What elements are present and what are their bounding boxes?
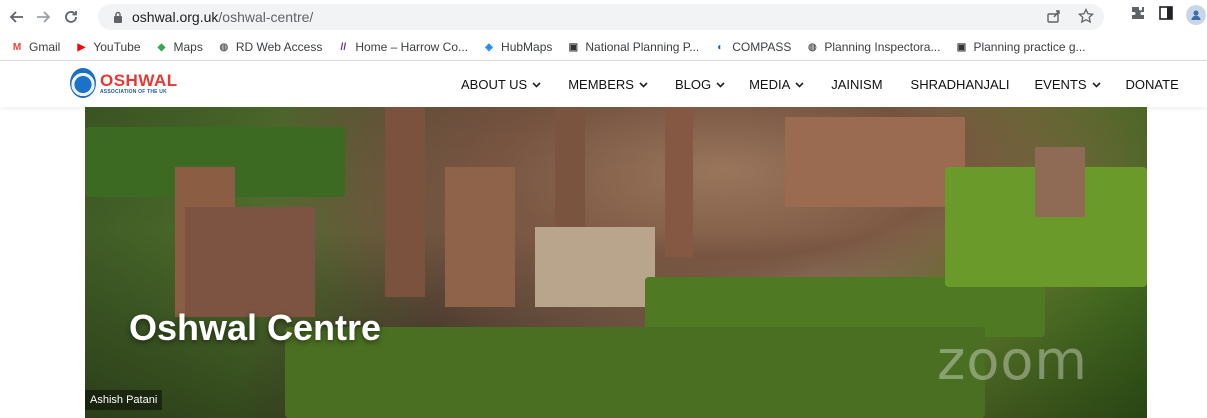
pillar <box>445 167 515 307</box>
url-path: /oshwal-centre/ <box>218 9 314 25</box>
profile-avatar[interactable] <box>1186 5 1206 25</box>
bookmark-label: Home – Harrow Co... <box>355 40 469 54</box>
address-bar[interactable]: oshwal.org.uk/oshwal-centre/ <box>98 4 1104 30</box>
pillar <box>385 107 425 297</box>
logo-subtitle: ASSOCIATION OF THE UK <box>100 88 167 95</box>
star-icon[interactable] <box>1077 7 1095 28</box>
bookmark-item[interactable]: // Home – Harrow Co... <box>336 40 468 54</box>
arrow-left-icon <box>9 11 23 23</box>
nav-donate[interactable]: DONATE <box>1126 77 1179 92</box>
youtube-icon: ▶ <box>77 41 86 53</box>
harrow-icon: // <box>340 41 347 53</box>
site-header: OSHWAL ASSOCIATION OF THE UK ABOUT US MEM… <box>0 61 1207 107</box>
bookmark-item[interactable]: ◆ Maps <box>155 40 203 54</box>
chevron-down-icon <box>795 80 804 90</box>
bookmark-item[interactable]: M Gmail <box>10 40 61 54</box>
bookmark-item[interactable]: ◐ COMPASS <box>713 40 791 54</box>
person-icon <box>1191 10 1201 20</box>
hubmaps-icon: ◈ <box>485 41 493 53</box>
bookmark-label: YouTube <box>93 40 141 54</box>
zoom-watermark: zoom <box>937 329 1089 392</box>
bookmark-item[interactable]: ◍ RD Web Access <box>217 40 322 54</box>
nav-members[interactable]: MEMBERS <box>568 77 648 92</box>
nav-media[interactable]: MEDIA <box>749 77 804 92</box>
nav-label: SHRADHANJALI <box>910 77 1010 92</box>
oshwal-logo-icon <box>70 68 96 98</box>
bookmark-item[interactable]: ▣ National Planning P... <box>566 40 700 54</box>
nav-about-us[interactable]: ABOUT US <box>461 77 541 92</box>
bookmark-label: RD Web Access <box>235 40 323 54</box>
nav-label: ABOUT US <box>461 77 528 92</box>
lawn-front <box>285 327 985 418</box>
url-text[interactable]: oshwal.org.uk/oshwal-centre/ <box>132 9 313 25</box>
nav-label: DONATE <box>1125 77 1179 92</box>
bookmark-label: National Planning P... <box>585 40 700 54</box>
chevron-down-icon <box>532 80 541 90</box>
shrine <box>185 207 315 317</box>
globe-icon: ◍ <box>219 41 229 53</box>
nav-label: EVENTS <box>1034 77 1087 92</box>
bookmark-item[interactable]: ◈ HubMaps <box>482 40 552 54</box>
bookmark-label: COMPASS <box>732 40 792 54</box>
arrow-right-icon <box>37 11 51 23</box>
bookmark-label: Maps <box>173 40 203 54</box>
gov-icon: ▣ <box>956 41 967 53</box>
nav-events[interactable]: EVENTS <box>1035 77 1101 92</box>
bookmark-item[interactable]: ▣ Planning practice g... <box>954 40 1086 54</box>
bookmark-item[interactable]: ◍ Planning Inspectora... <box>805 40 940 54</box>
logo-name: OSHWAL <box>100 70 178 90</box>
compass-icon: ◐ <box>717 41 724 53</box>
participant-name-tag: Ashish Patani <box>85 390 163 410</box>
pillar <box>665 107 693 257</box>
reload-button[interactable] <box>60 6 82 28</box>
main-menu: ABOUT US MEMBERS BLOG MEDIA JAINISM SHRADHANJ… <box>461 77 1179 92</box>
maps-icon: ◆ <box>157 41 166 53</box>
back-button[interactable] <box>6 6 28 28</box>
hero-title: Oshwal Centre <box>129 307 382 348</box>
share-icon[interactable] <box>1046 8 1062 28</box>
browser-toolbar: oshwal.org.uk/oshwal-centre/ <box>0 0 1207 34</box>
shrine-right <box>1035 147 1085 217</box>
extensions-icon[interactable] <box>1130 5 1146 25</box>
site-logo[interactable]: OSHWAL ASSOCIATION OF THE UK <box>70 68 178 98</box>
pedestal <box>535 227 655 307</box>
bookmark-label: HubMaps <box>501 40 553 54</box>
bookmarks-bar: M Gmail ▶ YouTube ◆ Maps ◍ RD Web Access // Home … <box>0 34 1207 60</box>
forward-button[interactable] <box>32 6 54 28</box>
chevron-down-icon <box>639 80 648 90</box>
gmail-icon: M <box>12 41 22 53</box>
nav-label: BLOG <box>674 77 712 92</box>
url-host: oshwal.org.uk <box>132 9 219 25</box>
side-panel-icon[interactable] <box>1158 5 1174 25</box>
hero-banner: Oshwal Centre zoom Ashish Patani <box>85 107 1147 418</box>
bookmark-label: Planning practice g... <box>973 40 1086 54</box>
nav-label: JAINISM <box>831 77 883 92</box>
chevron-down-icon <box>1091 80 1101 90</box>
nav-jainism[interactable]: JAINISM <box>831 77 882 92</box>
nav-shradhanjali[interactable]: SHRADHANJALI <box>911 77 1010 92</box>
reload-icon <box>65 11 77 23</box>
globe-icon: ◍ <box>808 41 817 53</box>
lock-icon[interactable] <box>112 10 124 24</box>
nav-label: MEDIA <box>749 77 791 92</box>
nav-blog[interactable]: BLOG <box>675 77 725 92</box>
gov-icon: ▣ <box>568 41 579 53</box>
bookmark-label: Gmail <box>29 40 61 54</box>
nav-label: MEMBERS <box>568 77 634 92</box>
temple-wall <box>785 117 965 207</box>
bookmark-item[interactable]: ▶ YouTube <box>74 40 140 54</box>
bookmark-label: Planning Inspectora... <box>824 40 941 54</box>
chevron-down-icon <box>716 80 725 90</box>
